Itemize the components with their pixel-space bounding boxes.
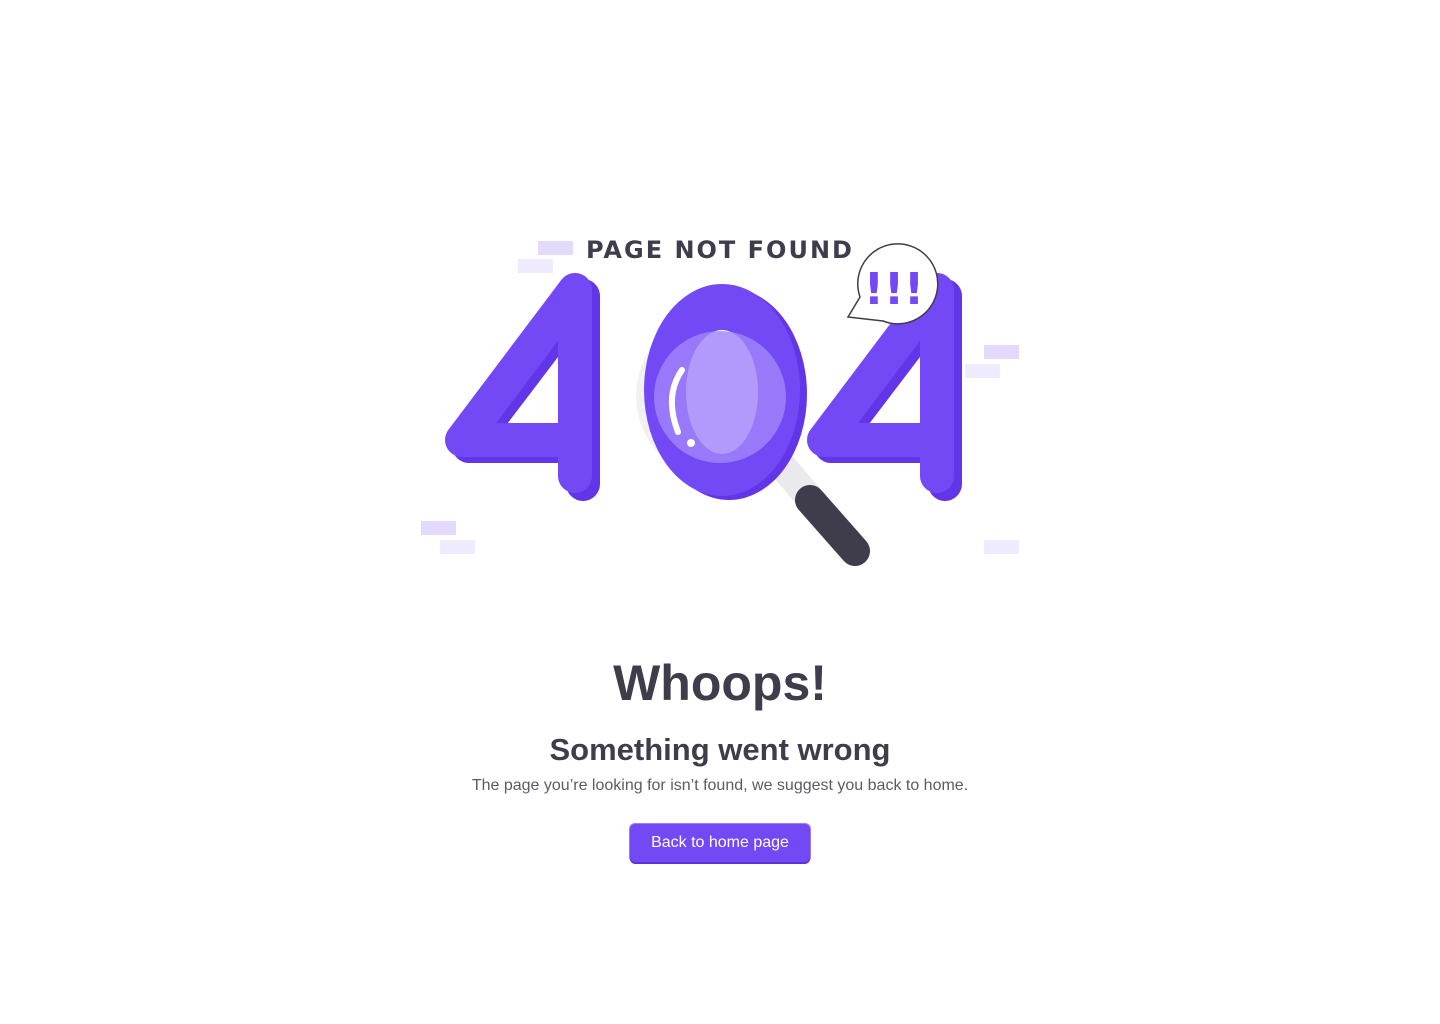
- magnifier-lens: [654, 331, 786, 463]
- not-found-page: PAGE NOT FOUND !!! Whoops! Something wen…: [0, 0, 1440, 1024]
- page-title: Whoops!: [613, 655, 827, 711]
- page-not-found-caption: PAGE NOT FOUND: [586, 236, 854, 264]
- back-to-home-button[interactable]: Back to home page: [630, 824, 810, 862]
- speech-bubble-icon: !!!: [846, 243, 939, 325]
- magnifier-grip: [795, 485, 870, 566]
- digit-four-left: [445, 273, 600, 501]
- speech-bubble-exclamations: !!!: [864, 264, 924, 315]
- error-message-panel: Whoops! Something went wrong The page yo…: [0, 648, 1440, 862]
- 404-illustration: PAGE NOT FOUND !!!: [0, 0, 1440, 620]
- error-subtitle: Something went wrong: [549, 732, 891, 767]
- error-description: The page you’re looking for isn’t found,…: [471, 777, 969, 794]
